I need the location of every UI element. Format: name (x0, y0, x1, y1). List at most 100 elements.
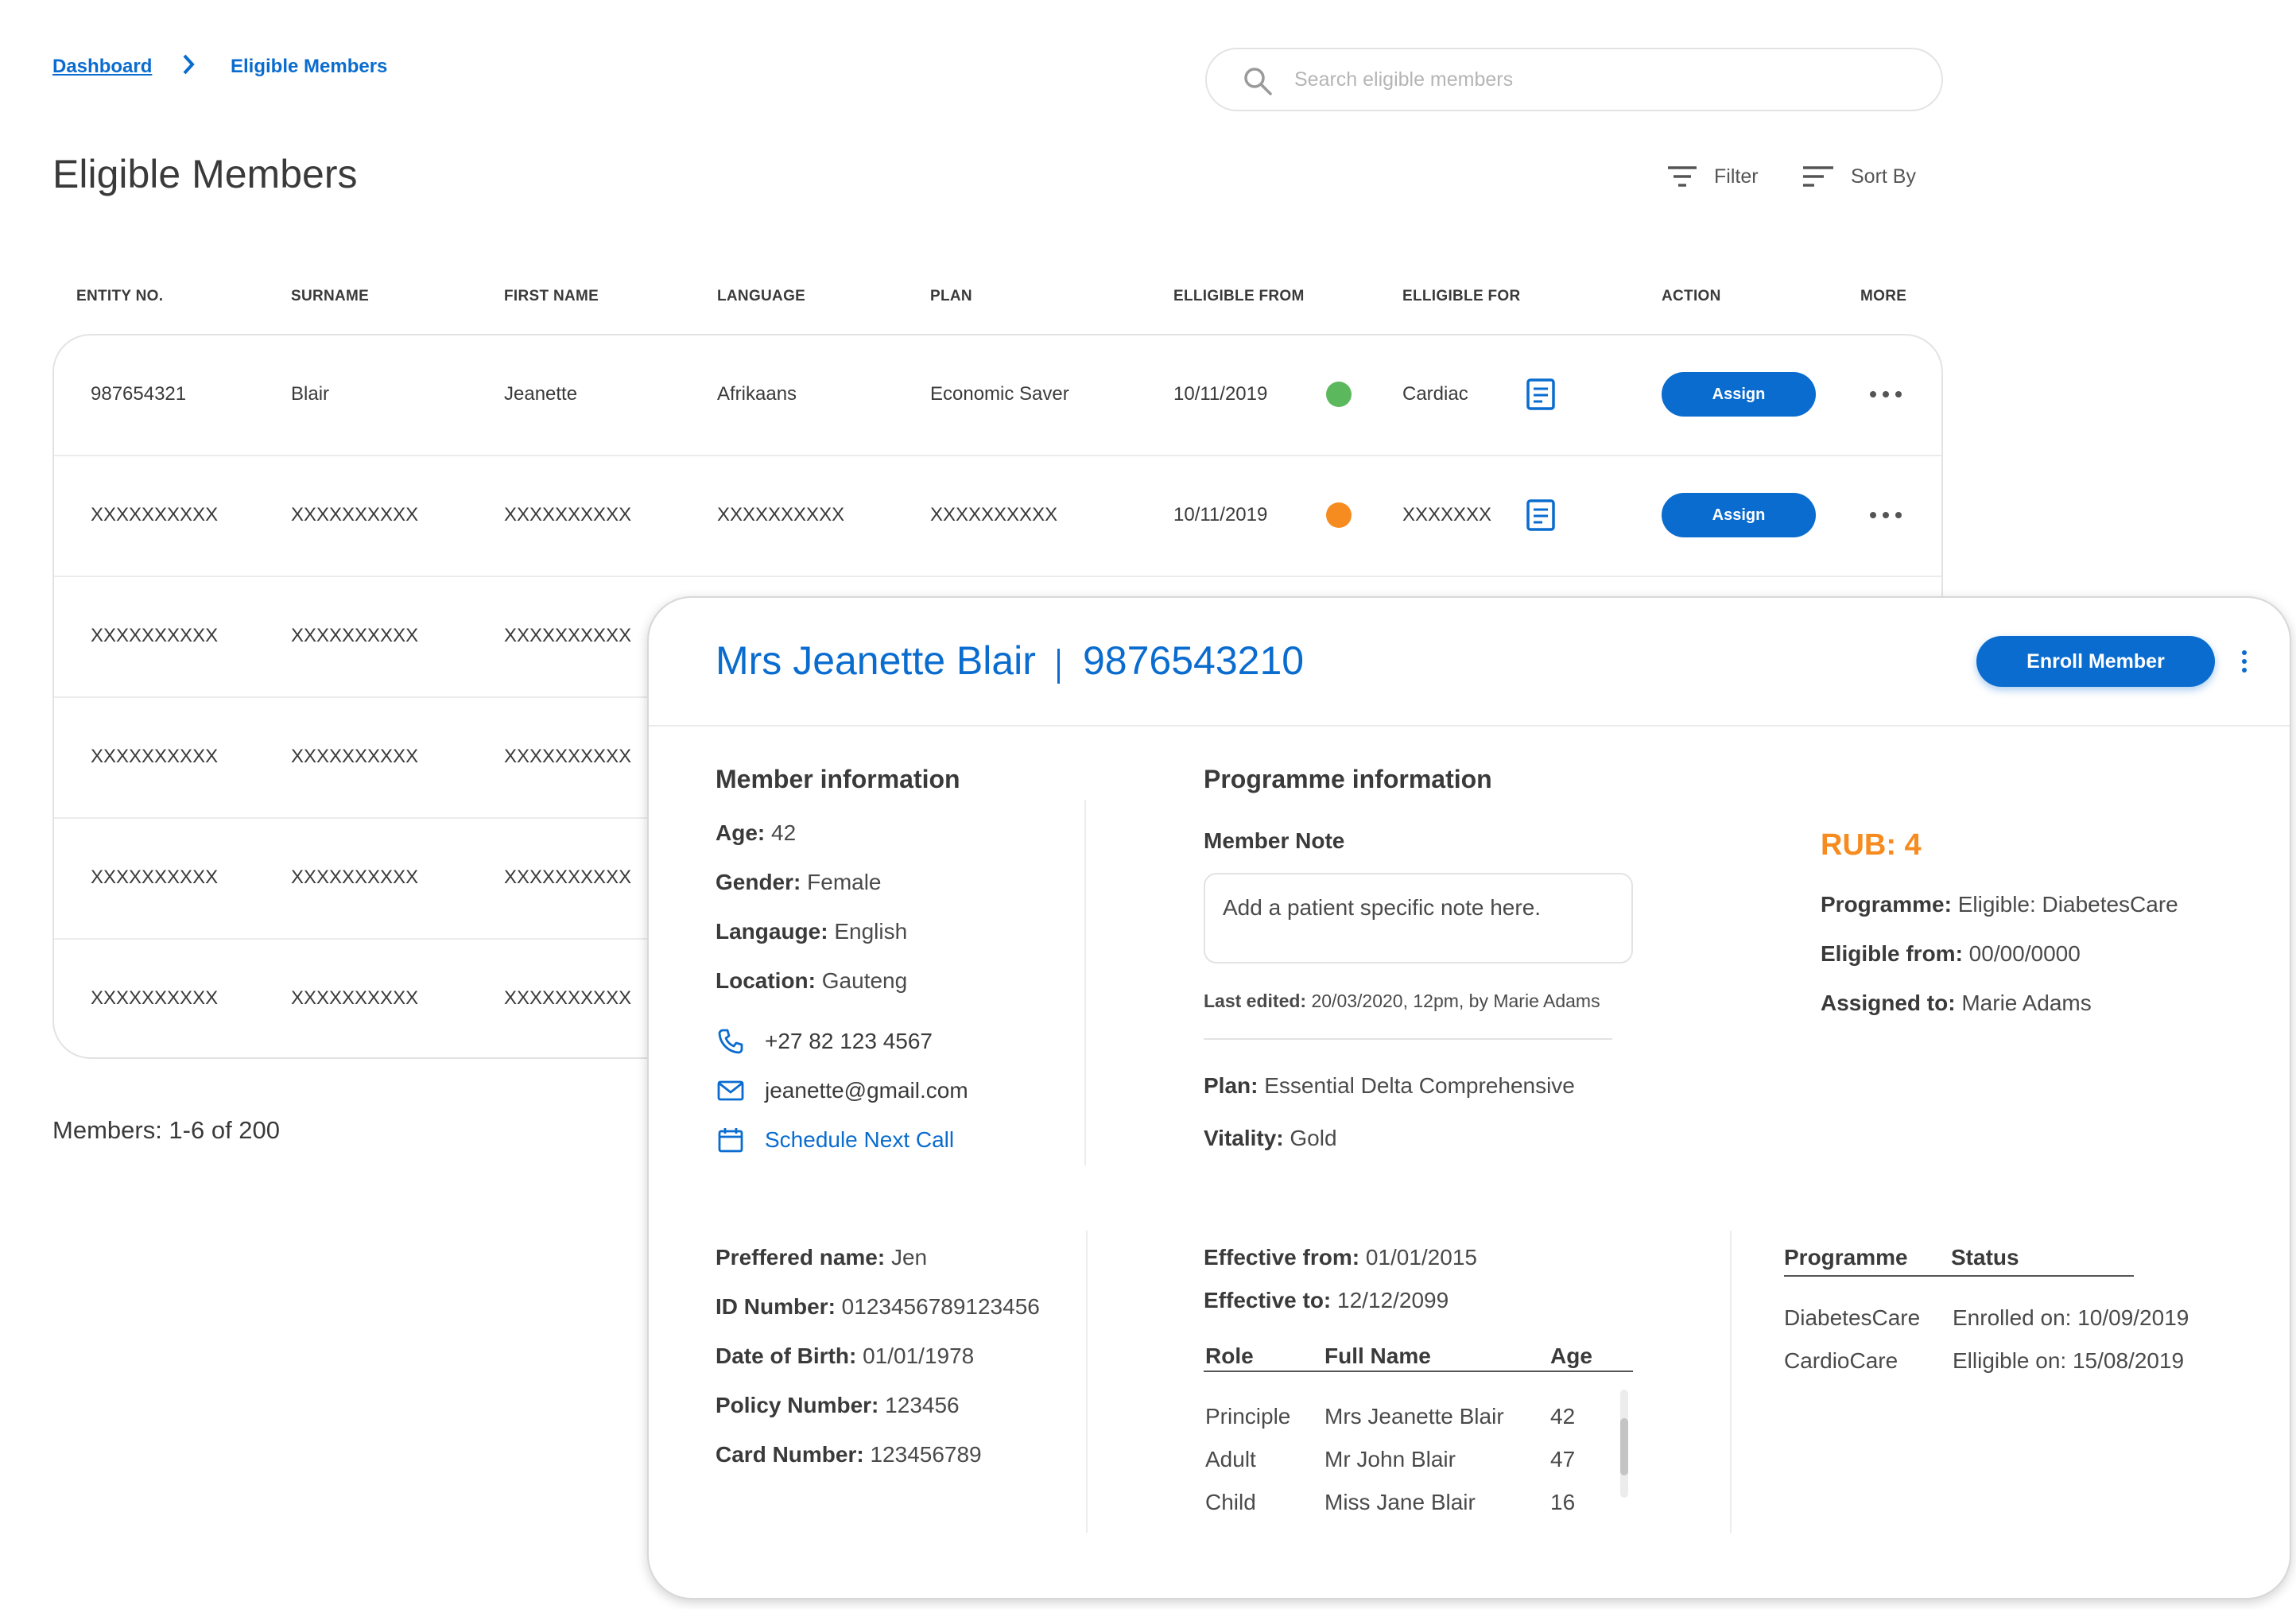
phone-contact[interactable]: +27 82 123 4567 (718, 1029, 933, 1054)
card-number-field: Card Number: 123456789 (716, 1442, 982, 1467)
header-divider (649, 725, 2290, 727)
cell-surname: XXXXXXXXXX (291, 746, 419, 767)
programme-field: Programme: Eligible: DiabetesCare (1821, 892, 2178, 917)
cell-first-name: XXXXXXXXXX (504, 625, 632, 646)
filter-icon (1668, 166, 1697, 187)
programme-name: CardioCare (1784, 1348, 1898, 1373)
dependant-role: Child (1205, 1490, 1256, 1514)
cell-surname: XXXXXXXXXX (291, 504, 419, 525)
table-row[interactable]: 987654321 Blair Jeanette Afrikaans Econo… (54, 335, 1941, 456)
effective-from-field: Effective from: 01/01/2015 (1204, 1245, 1477, 1270)
more-vertical-icon[interactable] (2242, 650, 2248, 673)
schedule-next-call-link[interactable]: Schedule Next Call (718, 1127, 955, 1153)
cell-eligible-from: 10/11/2019 (1173, 504, 1268, 525)
programme-info-title: Programme information (1204, 765, 1492, 793)
more-horizontal-icon[interactable] (1870, 385, 1902, 404)
cell-first-name: Jeanette (504, 383, 578, 405)
dependant-name: Miss Jane Blair (1324, 1490, 1476, 1514)
dependant-role: Principle (1205, 1404, 1291, 1429)
col-header-eligible-from: ELLIGIBLE FROM (1173, 288, 1305, 304)
member-name: Mrs Jeanette Blair (716, 638, 1036, 683)
cell-surname: XXXXXXXXXX (291, 625, 419, 646)
col-header-surname: SURNAME (291, 288, 370, 304)
location-field: Location: Gauteng (716, 968, 908, 993)
calendar-icon (718, 1128, 743, 1153)
programme-status: Enrolled on: 10/09/2019 (1953, 1305, 2189, 1330)
filter-button[interactable]: Filter (1666, 159, 1759, 194)
cell-first-name: XXXXXXXXXX (504, 987, 632, 1009)
assigned-to-field: Assigned to: Marie Adams (1821, 991, 2092, 1015)
cell-first-name: XXXXXXXXXX (504, 746, 632, 767)
col-header-language: LANGUAGE (717, 288, 806, 304)
plan-field: Plan: Essential Delta Comprehensive (1204, 1073, 1575, 1098)
breadcrumb-dashboard-link[interactable]: Dashboard (52, 56, 152, 78)
cell-entity: XXXXXXXXXX (91, 625, 219, 646)
cell-entity: XXXXXXXXXX (91, 987, 219, 1009)
email-address: jeanette@gmail.com (765, 1078, 968, 1103)
programmes-header-line (1784, 1275, 2134, 1277)
members-count: Members: 1-6 of 200 (52, 1116, 281, 1144)
dependant-role: Adult (1205, 1447, 1256, 1471)
language-field: Langauge: English (716, 919, 908, 944)
member-detail-panel: Mrs Jeanette Blair 9876543210 Enroll Mem… (647, 596, 2291, 1599)
cell-surname: Blair (291, 383, 330, 405)
programme-name: DiabetesCare (1784, 1305, 1921, 1330)
sort-label: Sort By (1851, 165, 1916, 188)
dependant-age: 47 (1550, 1447, 1576, 1471)
search-bar[interactable] (1205, 48, 1943, 111)
cell-language: Afrikaans (717, 383, 797, 405)
page-title: Eligible Members (52, 152, 358, 196)
schedule-label: Schedule Next Call (765, 1127, 955, 1152)
title-divider (1057, 649, 1060, 684)
cell-entity: XXXXXXXXXX (91, 867, 219, 888)
dependants-scrollbar-thumb[interactable] (1620, 1418, 1628, 1475)
dependants-header-age: Age (1550, 1343, 1592, 1368)
last-edited: Last edited: 20/03/2020, 12pm, by Marie … (1204, 991, 1600, 1011)
cell-surname: XXXXXXXXXX (291, 987, 419, 1009)
sort-icon (1803, 166, 1833, 187)
dependant-age: 42 (1550, 1404, 1576, 1429)
cell-plan: Economic Saver (930, 383, 1069, 405)
age-field: Age: 42 (716, 820, 797, 845)
dependants-header-line (1204, 1371, 1633, 1372)
enroll-member-button[interactable]: Enroll Member (1976, 636, 2215, 687)
chevron-right-icon (181, 51, 197, 83)
cell-eligible-from: 10/11/2019 (1173, 383, 1268, 405)
dependant-name: Mr John Blair (1324, 1447, 1456, 1471)
col-header-action: ACTION (1662, 288, 1721, 304)
search-input[interactable] (1294, 62, 1914, 97)
assign-button[interactable]: Assign (1662, 372, 1816, 417)
id-number-field: ID Number: 0123456789123456 (716, 1294, 1040, 1319)
document-icon[interactable] (1526, 378, 1555, 414)
programmes-header-programme: Programme (1784, 1245, 1908, 1270)
table-row[interactable]: XXXXXXXXXX XXXXXXXXXX XXXXXXXXXX XXXXXXX… (54, 456, 1941, 577)
assign-button[interactable]: Assign (1662, 493, 1816, 537)
column-divider (1084, 800, 1086, 1165)
phone-number: +27 82 123 4567 (765, 1029, 933, 1053)
sort-button[interactable]: Sort By (1802, 159, 1916, 194)
dependants-header-role: Role (1205, 1343, 1254, 1368)
cell-language: XXXXXXXXXX (717, 504, 845, 525)
vitality-field: Vitality: Gold (1204, 1126, 1337, 1150)
breadcrumb-current: Eligible Members (231, 56, 388, 77)
policy-number-field: Policy Number: 123456 (716, 1393, 960, 1417)
member-note-input[interactable]: Add a patient specific note here. (1204, 873, 1633, 963)
document-icon[interactable] (1526, 499, 1555, 535)
eligible-from-field: Eligible from: 00/00/0000 (1821, 941, 2081, 966)
section-divider (1204, 1038, 1612, 1040)
member-note-label: Member Note (1204, 828, 1345, 853)
more-horizontal-icon[interactable] (1870, 506, 1902, 525)
phone-icon (718, 1029, 743, 1054)
member-number: 9876543210 (1083, 638, 1305, 683)
email-contact[interactable]: jeanette@gmail.com (717, 1078, 968, 1103)
search-icon (1244, 68, 1272, 95)
col-header-plan: PLAN (930, 288, 972, 304)
cell-surname: XXXXXXXXXX (291, 867, 419, 888)
cell-first-name: XXXXXXXXXX (504, 867, 632, 888)
mail-icon (717, 1080, 744, 1101)
cell-entity: 987654321 (91, 383, 187, 405)
cell-eligible-for: Cardiac (1402, 383, 1468, 405)
dependant-name: Mrs Jeanette Blair (1324, 1404, 1504, 1429)
col-header-first-name: FIRST NAME (504, 288, 599, 304)
gender-field: Gender: Female (716, 870, 882, 894)
